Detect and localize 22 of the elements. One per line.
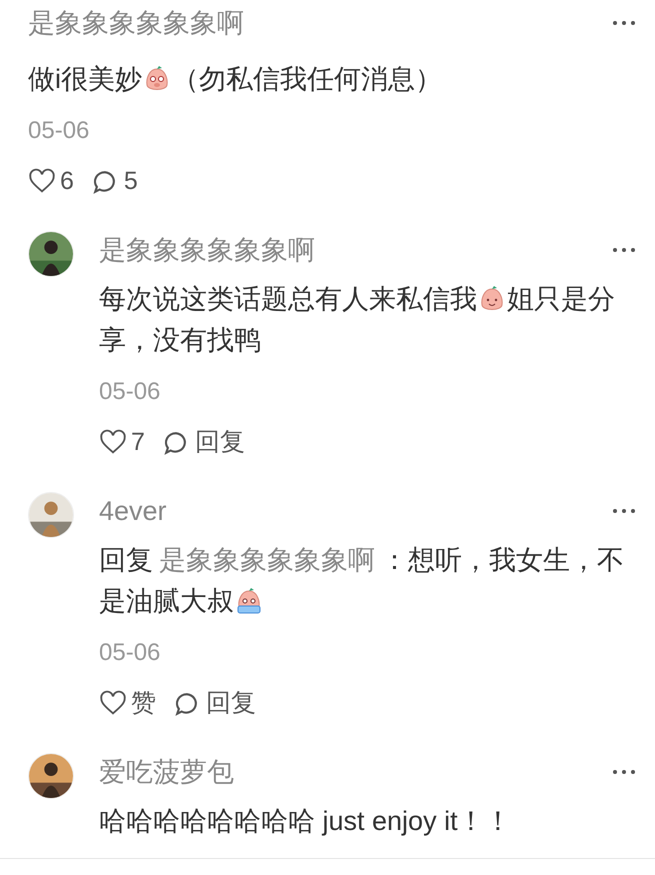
comment-icon[interactable]	[162, 430, 189, 456]
like-count: 7	[131, 427, 145, 458]
comment-date: 05-06	[99, 638, 162, 668]
peach-emoji-icon	[235, 587, 263, 615]
comment-text: 每次说这类话题总有人来私信我 姐只是分享，没有找鸭	[99, 283, 616, 357]
reply-label[interactable]: 回复	[206, 685, 256, 723]
like-count: 赞	[131, 688, 156, 720]
like-count: 6	[60, 166, 74, 198]
reply-label[interactable]: 5	[124, 163, 138, 201]
comment-text: 哈哈哈哈哈哈哈哈 just enjoy it！！	[99, 805, 513, 838]
comment-icon[interactable]	[174, 691, 200, 717]
author-name[interactable]: 是象象象象象象啊	[99, 230, 315, 270]
comment-text: 做i很美妙 （勿私信我任何消息）	[28, 63, 443, 96]
comment-date: 05-06	[28, 116, 90, 146]
reply-label[interactable]: 回复	[194, 424, 245, 462]
comment-text: 回复 是象象象象象象啊 ：想听，我女生，不是油腻大叔	[99, 544, 625, 618]
mention-link[interactable]: 是象象象象象象啊	[159, 545, 375, 575]
author-name[interactable]: 4ever	[99, 490, 167, 532]
comment-icon[interactable]	[92, 169, 118, 195]
author-name[interactable]: 是象象象象象象啊	[28, 2, 244, 44]
author-name[interactable]: 爱吃菠萝包	[99, 752, 234, 792]
comment-date: 05-06	[99, 377, 162, 407]
